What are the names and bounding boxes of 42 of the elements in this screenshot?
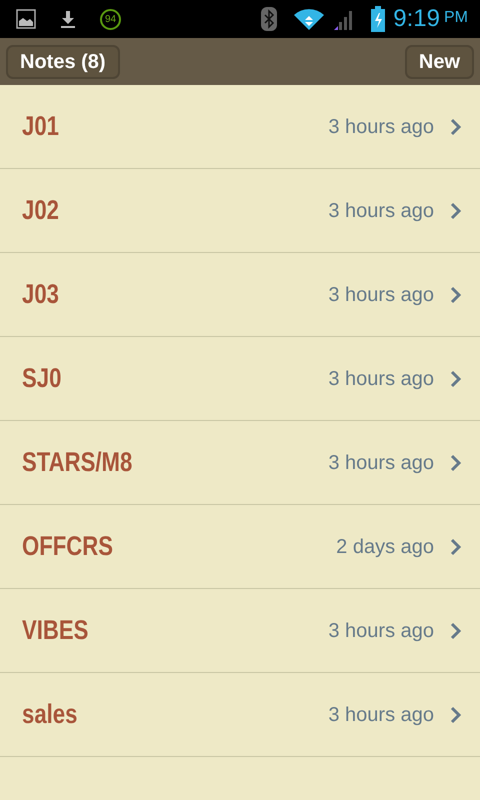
- note-row[interactable]: OFFCRS 2 days ago: [0, 505, 480, 589]
- note-title: SJ0: [22, 362, 62, 396]
- battery-icon: [371, 6, 386, 32]
- note-title: J01: [22, 110, 59, 144]
- note-title: STARS/M8: [22, 446, 132, 480]
- note-time: 3 hours ago: [328, 450, 434, 476]
- note-row[interactable]: VIBES 3 hours ago: [0, 589, 480, 673]
- note-time: 3 hours ago: [328, 702, 434, 728]
- wifi-icon: [293, 7, 326, 31]
- note-row[interactable]: STARS/M8 3 hours ago: [0, 421, 480, 505]
- clock-time: 9:19: [393, 7, 440, 31]
- note-row[interactable]: J02 3 hours ago: [0, 169, 480, 253]
- note-title: OFFCRS: [22, 530, 114, 564]
- image-icon: [16, 9, 36, 29]
- note-title: J03: [22, 278, 59, 312]
- notification-badge: 94: [100, 8, 121, 30]
- note-title: sales: [22, 698, 78, 732]
- note-time: 3 hours ago: [328, 114, 434, 140]
- clock-meridiem: PM: [444, 8, 468, 28]
- note-title: J02: [22, 194, 59, 228]
- note-row[interactable]: SJ0 3 hours ago: [0, 337, 480, 421]
- chevron-icon: [450, 706, 462, 724]
- chevron-icon: [450, 286, 462, 304]
- chevron-icon: [450, 370, 462, 388]
- note-time: 2 days ago: [336, 534, 434, 560]
- chevron-icon: [450, 202, 462, 220]
- new-note-button[interactable]: New: [404, 44, 474, 78]
- note-row[interactable]: sales 3 hours ago: [0, 673, 480, 757]
- note-row[interactable]: J01 3 hours ago: [0, 85, 480, 169]
- chevron-icon: [450, 118, 462, 136]
- download-icon: [60, 9, 76, 29]
- note-title: VIBES: [22, 614, 88, 648]
- chevron-icon: [450, 454, 462, 472]
- note-time: 3 hours ago: [328, 282, 434, 308]
- notes-count-button[interactable]: Notes (8): [6, 44, 120, 78]
- note-row[interactable]: J03 3 hours ago: [0, 253, 480, 337]
- note-time: 3 hours ago: [328, 198, 434, 224]
- chevron-icon: [450, 622, 462, 640]
- note-time: 3 hours ago: [328, 618, 434, 644]
- note-time: 3 hours ago: [328, 366, 434, 392]
- bluetooth-icon: [261, 7, 278, 31]
- chevron-icon: [450, 538, 462, 556]
